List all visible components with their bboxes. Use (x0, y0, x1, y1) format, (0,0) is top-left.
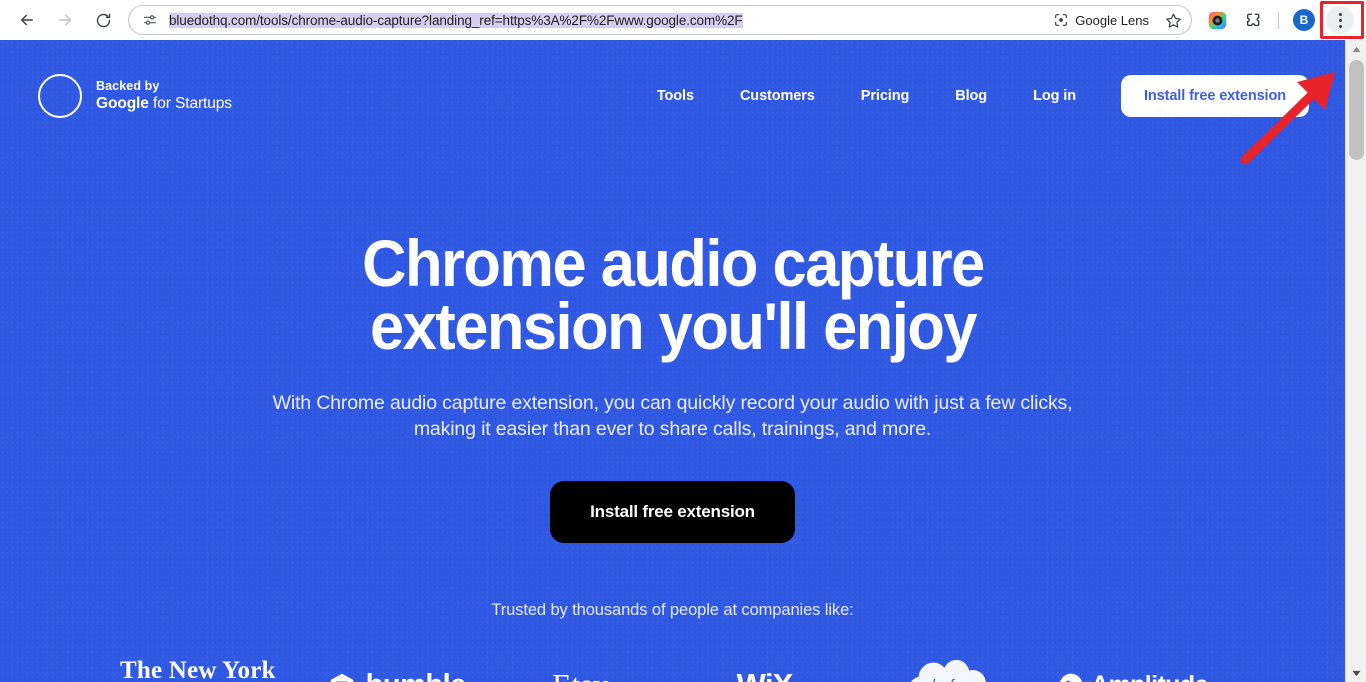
nav-item-blog[interactable]: Blog (932, 88, 1010, 104)
reload-button[interactable] (88, 5, 118, 35)
trusted-by-label: Trusted by thousands of people at compan… (491, 600, 854, 619)
forward-arrow-icon (59, 14, 71, 26)
logo-bumble: bumble (304, 655, 488, 682)
logo-etsy-text: Etsy (552, 667, 608, 682)
nav-item-customers[interactable]: Customers (717, 88, 838, 104)
three-dot-menu-icon[interactable] (1326, 6, 1354, 34)
chrome-menu-button[interactable] (1325, 5, 1355, 35)
back-arrow-icon (21, 14, 33, 26)
browser-toolbar: bluedothq.com/tools/chrome-audio-capture… (0, 0, 1366, 40)
extensions-puzzle-icon[interactable] (1238, 5, 1268, 35)
google-lens-label: Google Lens (1075, 12, 1149, 28)
bumble-hexagon-icon (330, 673, 353, 682)
logo-amplitude: Amplitude (1041, 655, 1225, 682)
nav-item-tools[interactable]: Tools (634, 88, 717, 104)
bookmark-button[interactable] (1159, 6, 1187, 34)
reload-icon (96, 13, 110, 27)
scrollbar-up-arrow[interactable] (1346, 40, 1366, 58)
scrollbar-thumb[interactable] (1349, 60, 1364, 160)
hero-install-extension-button[interactable]: Install free extension (550, 480, 795, 543)
logo-new-york-times: The New York Times (120, 655, 304, 682)
url-text: bluedothq.com/tools/chrome-audio-capture… (169, 12, 1041, 28)
logo-amplitude-text: Amplitude (1091, 671, 1208, 682)
headline-line-2: extension you'll enjoy (369, 289, 977, 364)
site-settings-icon[interactable] (139, 9, 161, 31)
customer-logo-strip: The New York Times bumble Etsy WiX (0, 655, 1345, 682)
header-install-extension-button[interactable]: Install free extension (1120, 75, 1309, 117)
logo-salesforce: salesforce (857, 655, 1041, 682)
amplitude-circle-icon (1060, 673, 1082, 682)
brand-backed-by-google[interactable]: Backed by Google for Startups (38, 74, 232, 118)
nav-item-pricing[interactable]: Pricing (838, 88, 932, 104)
logo-wix-text: WiX (737, 667, 794, 682)
url-value: bluedothq.com/tools/chrome-audio-capture… (169, 12, 743, 28)
hero-section: Chrome audio capture extension you'll en… (0, 152, 1345, 620)
hero-subtitle: With Chrome audio capture extension, you… (272, 391, 1073, 441)
brand-forstartups-word: for Startups (148, 95, 232, 113)
site-header: Backed by Google for Startups Tools Cust… (0, 40, 1345, 152)
logo-etsy: Etsy (488, 655, 672, 682)
forward-button[interactable] (50, 5, 80, 35)
extension-icon-colorful[interactable] (1202, 5, 1232, 35)
lens-icon (1055, 14, 1068, 26)
logo-salesforce-text: salesforce (917, 678, 981, 682)
brand-line-2: Google for Startups (96, 94, 232, 113)
brand-logo-icon (38, 74, 82, 118)
avatar-initial: B (1293, 9, 1315, 31)
profile-avatar[interactable]: B (1289, 5, 1319, 35)
scrollbar-down-arrow[interactable] (1346, 664, 1366, 682)
star-icon (1165, 13, 1181, 28)
brand-line-1: Backed by (96, 78, 160, 93)
address-bar[interactable]: bluedothq.com/tools/chrome-audio-capture… (128, 5, 1192, 35)
page-scrollbar[interactable] (1345, 40, 1366, 682)
logo-nyt-text: The New York Times (119, 657, 276, 682)
toolbar-divider (1278, 11, 1279, 29)
brand-text: Backed by Google for Startups (96, 79, 232, 114)
back-button[interactable] (12, 5, 42, 35)
page-title: Chrome audio capture extension you'll en… (208, 230, 1138, 359)
logo-bumble-text: bumble (366, 669, 467, 682)
page-viewport: Backed by Google for Startups Tools Cust… (0, 40, 1366, 682)
landing-page: Backed by Google for Startups Tools Cust… (0, 40, 1345, 682)
logo-wix: WiX (673, 655, 857, 682)
nav-item-login[interactable]: Log in (1010, 88, 1099, 104)
main-nav: Tools Customers Pricing Blog Log in Inst… (634, 75, 1309, 117)
brand-google-word: Google (96, 95, 149, 113)
google-lens-button[interactable]: Google Lens (1047, 7, 1157, 33)
